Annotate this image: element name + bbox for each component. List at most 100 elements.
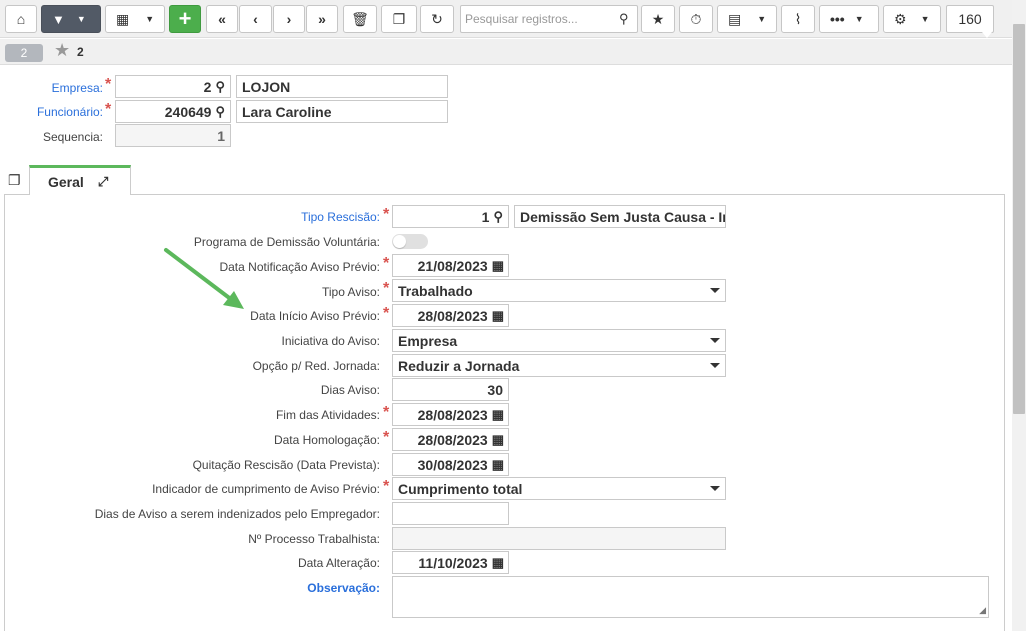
chevron-down-icon: ▼ (757, 14, 767, 24)
timer-button[interactable]: ⏱ (679, 5, 713, 33)
plus-icon: + (178, 6, 192, 31)
indicador-select[interactable]: Cumprimento total (392, 477, 726, 500)
tipo-rescisao-code-field[interactable]: 1 ⚲ (392, 205, 509, 228)
data-inicio-field[interactable]: 28/08/2023 ▦ (392, 304, 509, 327)
caret-down-icon (710, 486, 720, 491)
fim-atividades-value: 28/08/2023 (417, 406, 488, 423)
dias-aviso-field[interactable]: 30 (392, 378, 509, 401)
calendar-icon[interactable]: ▦ (492, 555, 504, 571)
favorite-button[interactable]: ★ (641, 5, 675, 33)
paperclip-icon: ⌇ (794, 10, 802, 27)
expand-icon[interactable]: ⤢ (98, 174, 108, 190)
next-record-button[interactable]: › (273, 5, 305, 33)
first-record-button[interactable]: « (206, 5, 238, 33)
refresh-button[interactable]: ↻ (420, 5, 454, 33)
iniciativa-value: Empresa (398, 332, 458, 349)
chevron-down-icon: ▼ (920, 14, 930, 24)
calendar-icon[interactable]: ▦ (492, 308, 504, 324)
copy-button[interactable]: ❐ (381, 5, 417, 33)
filter-button[interactable]: ▼ ▼ (41, 5, 101, 33)
calendar-icon[interactable]: ▦ (492, 432, 504, 448)
tipo-rescisao-desc-field: Demissão Sem Justa Causa - Iniciativa (514, 205, 726, 228)
dias-indenizados-field[interactable] (392, 502, 509, 525)
copy-icon: ❐ (392, 10, 406, 27)
tab-geral[interactable]: Geral ⤢ (29, 165, 131, 195)
dias-aviso-label: Dias Aviso: (320, 383, 380, 397)
tipo-rescisao-label[interactable]: Tipo Rescisão: (301, 210, 380, 224)
search-icon[interactable]: ⚲ (215, 79, 225, 95)
empresa-code-field[interactable]: 2 ⚲ (115, 75, 231, 98)
record-number: 2 (77, 45, 84, 59)
calendar-icon[interactable]: ▦ (492, 457, 504, 473)
data-homologacao-field[interactable]: 28/08/2023 ▦ (392, 428, 509, 451)
calendar-icon[interactable]: ▦ (492, 407, 504, 423)
record-tab[interactable]: 2 (5, 44, 43, 62)
required-marker: * (383, 429, 390, 446)
required-marker: * (383, 404, 390, 421)
document-icon: ▤ (728, 10, 742, 27)
search-icon[interactable]: ⚲ (493, 209, 503, 225)
data-notificacao-field[interactable]: 21/08/2023 ▦ (392, 254, 509, 277)
record-bar: 2 ★ 2 (0, 39, 1012, 65)
processo-field (392, 527, 726, 550)
funcionario-label[interactable]: Funcionário: (37, 105, 103, 119)
data-alteracao-label: Data Alteração: (297, 556, 380, 570)
quitacao-value: 30/08/2023 (417, 456, 488, 473)
search-box: ⚲ (460, 5, 638, 33)
dias-indenizados-label: Dias de Aviso a serem indenizados pelo E… (94, 507, 380, 521)
tipo-aviso-select[interactable]: Trabalhado (392, 279, 726, 302)
tipo-rescisao-code-value: 1 (481, 208, 490, 225)
required-marker: * (105, 101, 112, 118)
duplicate-icon[interactable]: ❐ (8, 172, 21, 189)
data-homologacao-value: 28/08/2023 (417, 431, 488, 448)
star-icon: ★ (651, 10, 665, 27)
quitacao-field[interactable]: 30/08/2023 ▦ (392, 453, 509, 476)
search-icon[interactable]: ⚲ (619, 11, 629, 27)
star-icon[interactable]: ★ (54, 40, 70, 61)
chevron-left-icon: ‹ (253, 11, 258, 27)
empresa-label[interactable]: Empresa: (52, 81, 103, 95)
data-inicio-value: 28/08/2023 (417, 307, 488, 324)
scrollbar-thumb[interactable] (1013, 24, 1025, 414)
search-input[interactable] (465, 12, 615, 26)
filter-icon: ▼ (52, 11, 65, 27)
funcionario-name-field: Lara Caroline (236, 100, 448, 123)
resize-grip-icon[interactable]: ◢ (979, 605, 986, 616)
observacao-textarea[interactable]: ◢ (392, 576, 989, 618)
double-chevron-right-icon: » (318, 11, 326, 27)
prev-record-button[interactable]: ‹ (239, 5, 272, 33)
sequencia-label: Sequencia: (42, 130, 103, 144)
chevron-down-icon: ▼ (145, 14, 155, 24)
grid-view-button[interactable]: ▦ ▼ (105, 5, 165, 33)
observacao-label[interactable]: Observação: (307, 581, 380, 595)
required-marker: * (105, 76, 112, 93)
delete-button[interactable]: 🗑 (343, 5, 377, 33)
home-button[interactable]: ⌂ (5, 5, 37, 33)
settings-button[interactable]: ⚙ ▼ (883, 5, 941, 33)
tab-geral-label: Geral (48, 173, 84, 190)
chevron-down-icon: ▼ (76, 14, 86, 24)
pdv-toggle[interactable] (392, 234, 428, 249)
required-marker: * (383, 280, 390, 297)
caret-down-icon (710, 363, 720, 368)
report-button[interactable]: ▤ ▼ (717, 5, 777, 33)
attach-button[interactable]: ⌇ (781, 5, 815, 33)
funcionario-code-value: 240649 (164, 103, 212, 120)
calendar-icon[interactable]: ▦ (492, 258, 504, 274)
fim-atividades-field[interactable]: 28/08/2023 ▦ (392, 403, 509, 426)
empresa-name-field: LOJON (236, 75, 448, 98)
opcao-select[interactable]: Reduzir a Jornada (392, 354, 726, 377)
sequencia-field: 1 (115, 124, 231, 147)
more-button[interactable]: ••• ▼ (819, 5, 879, 33)
data-alteracao-value: 11/10/2023 (418, 554, 488, 571)
last-record-button[interactable]: » (306, 5, 338, 33)
chevron-down-icon: ▼ (854, 14, 864, 24)
quitacao-label: Quitação Rescisão (Data Prevista): (192, 458, 380, 472)
required-marker: * (383, 255, 390, 272)
funcionario-code-field[interactable]: 240649 ⚲ (115, 100, 231, 123)
data-alteracao-field[interactable]: 11/10/2023 ▦ (392, 551, 509, 574)
search-icon[interactable]: ⚲ (215, 104, 225, 120)
add-button[interactable]: + (169, 5, 201, 33)
table-icon: ▦ (116, 10, 130, 27)
iniciativa-select[interactable]: Empresa (392, 329, 726, 352)
